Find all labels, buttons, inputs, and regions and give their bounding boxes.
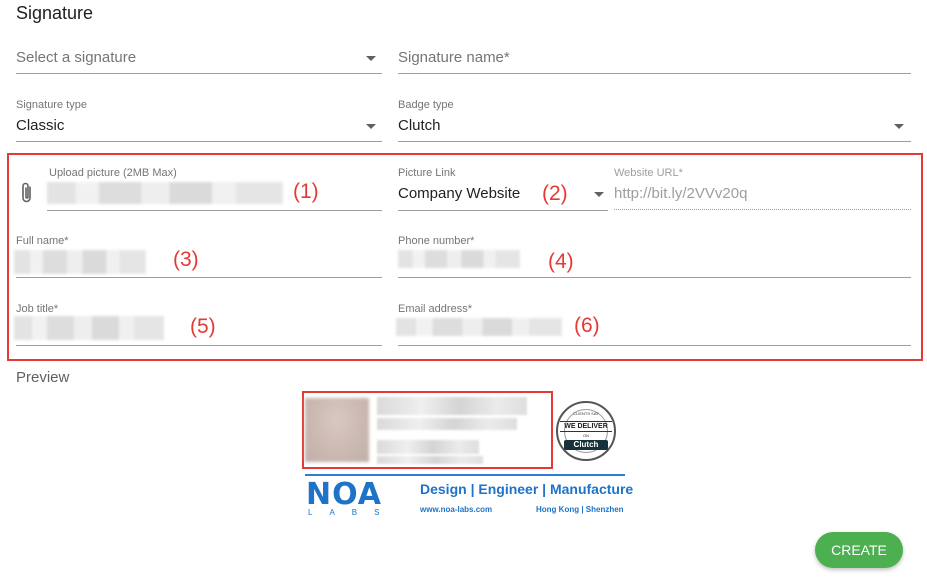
redacted-job-title	[14, 316, 164, 340]
upload-picture-label: Upload picture (2MB Max)	[49, 167, 177, 179]
phone-number-underline	[398, 277, 911, 278]
website-url-underline	[614, 209, 911, 210]
signature-name-underline	[398, 73, 911, 74]
company-url: www.noa-labs.com	[420, 505, 493, 514]
preview-name-redacted	[377, 397, 527, 415]
upload-picture-underline	[47, 210, 382, 211]
chevron-down-icon[interactable]	[366, 56, 376, 61]
clutch-badge-line4: Clutch	[564, 440, 608, 450]
company-tagline: Design | Engineer | Manufacture	[420, 481, 634, 497]
select-signature-placeholder: Select a signature	[16, 49, 137, 66]
chevron-down-icon[interactable]	[594, 192, 604, 197]
preview-label: Preview	[16, 369, 70, 386]
signature-name-placeholder: Signature name*	[398, 49, 510, 66]
callout-6: (6)	[574, 314, 600, 337]
create-button[interactable]: CREATE	[815, 532, 903, 568]
callout-2: (2)	[542, 182, 568, 205]
callout-1: (1)	[293, 180, 319, 203]
clutch-badge-line1: CLIENTS SAY	[573, 411, 599, 416]
job-title-underline	[16, 345, 382, 346]
select-signature-underline	[16, 73, 382, 74]
picture-link-underline	[398, 210, 608, 211]
redacted-full-name	[14, 250, 146, 274]
website-url-value: http://bit.ly/2VVv20q	[614, 185, 748, 202]
noa-logo-sub: LABS	[308, 508, 397, 517]
page-title: Signature	[16, 3, 94, 23]
website-url-label: Website URL*	[614, 167, 683, 179]
paperclip-icon[interactable]	[20, 181, 34, 205]
clutch-badge-line2: WE DELIVER	[560, 421, 612, 432]
preview-photo	[305, 398, 369, 462]
clutch-badge: CLIENTS SAY WE DELIVER ON Clutch	[556, 401, 616, 461]
preview-title-redacted	[377, 418, 517, 430]
signature-type-underline	[16, 141, 382, 142]
picture-link-value: Company Website	[398, 185, 521, 202]
logo-divider	[305, 474, 625, 476]
badge-type-label: Badge type	[398, 99, 454, 111]
callout-3: (3)	[173, 248, 199, 271]
preview-email-redacted	[377, 456, 483, 464]
noa-logo: NOA	[306, 477, 383, 512]
redacted-phone-number	[398, 250, 520, 268]
phone-number-label: Phone number*	[398, 235, 475, 247]
full-name-underline	[16, 277, 382, 278]
email-address-label: Email address*	[398, 303, 472, 315]
callout-4: (4)	[548, 250, 574, 273]
clutch-badge-line3: ON	[583, 433, 589, 438]
badge-type-underline	[398, 141, 911, 142]
signature-type-value: Classic	[16, 117, 65, 134]
job-title-label: Job title*	[16, 303, 59, 315]
redacted-file-name	[47, 182, 283, 204]
picture-link-label: Picture Link	[398, 167, 456, 179]
full-name-label: Full name*	[16, 235, 69, 247]
callout-5: (5)	[190, 315, 216, 338]
email-address-underline	[398, 345, 911, 346]
company-location: Hong Kong | Shenzhen	[536, 505, 624, 514]
chevron-down-icon[interactable]	[366, 124, 376, 129]
signature-type-label: Signature type	[16, 99, 87, 111]
chevron-down-icon[interactable]	[894, 124, 904, 129]
redacted-email-address	[396, 318, 562, 336]
preview-phone-redacted	[377, 440, 479, 454]
badge-type-value: Clutch	[398, 117, 441, 134]
